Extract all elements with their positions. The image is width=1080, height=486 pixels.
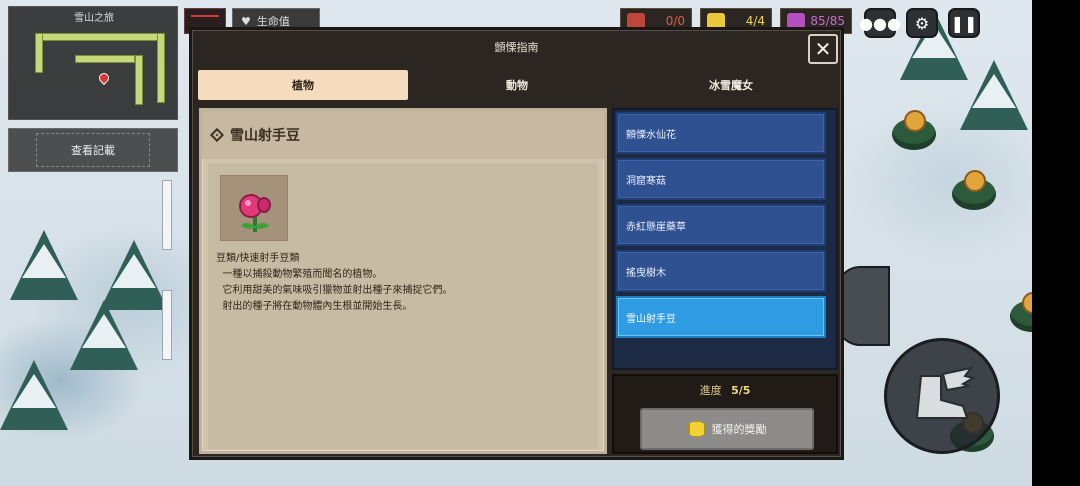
view-records-label: 查看記載 — [36, 133, 150, 167]
entry-title: 雪山射手豆 — [230, 128, 300, 144]
shooter-pea-plant-icon — [239, 194, 271, 232]
snowy-pine-tree — [70, 300, 138, 370]
entry-thumbnail — [220, 175, 288, 241]
flower-bush — [1010, 292, 1032, 332]
screen-edge — [1032, 0, 1080, 486]
coin-icon — [687, 420, 706, 438]
gear-icon: ⚙ — [914, 13, 930, 33]
diamond-icon — [209, 127, 225, 143]
chat-button[interactable]: ●●● — [859, 8, 901, 38]
stat-2-value: 4/4 — [745, 14, 765, 28]
minimap-title: 雪山之旅 — [74, 13, 114, 24]
snowy-pine-tree — [960, 60, 1028, 130]
entry-detail-panel: 雪山射手豆 豆類/快速射手豆類 一種以捕殺動物繁殖而聞名的植物。 它利用甜美的氣… — [199, 108, 607, 454]
progress-label: 進度 — [699, 384, 722, 397]
winged-boot-icon — [915, 366, 976, 419]
minimap-corridor — [157, 33, 165, 103]
flower-bush — [892, 110, 936, 150]
pause-icon: ❚❚ — [950, 13, 978, 33]
minimap[interactable]: 雪山之旅 — [8, 6, 178, 120]
tab-animals[interactable]: 動物 — [412, 70, 622, 100]
tab-ice-witch[interactable]: 冰雪魔女 — [626, 70, 836, 100]
pause-button[interactable]: ❚❚ — [948, 8, 980, 38]
claim-reward-button[interactable]: 獲得的獎勵 — [640, 408, 814, 450]
view-records-button[interactable]: 查看記載 — [8, 128, 178, 172]
entry-description: 豆類/快速射手豆類 一種以捕殺動物繁殖而聞名的植物。 它利用甜美的氣味吸引獵物並… — [216, 253, 453, 312]
close-button[interactable]: ✕ — [808, 34, 838, 64]
fence-post — [162, 180, 172, 250]
player-location-icon — [96, 70, 112, 86]
progress-row: 進度 5/5 — [614, 382, 836, 398]
settings-button[interactable]: ⚙ — [906, 8, 938, 38]
minimap-corridor — [135, 55, 143, 105]
entry-detail-body: 豆類/快速射手豆類 一種以捕殺動物繁殖而聞名的植物。 它利用甜美的氣味吸引獵物並… — [208, 163, 598, 449]
flower-bush — [952, 170, 996, 210]
minimap-corridor — [35, 33, 43, 73]
jump-button[interactable] — [884, 338, 1000, 454]
stat-1-value: 0/0 — [665, 14, 685, 28]
progress-value: 5/5 — [731, 384, 751, 397]
minimap-corridor — [35, 33, 165, 41]
heart-icon: ♥ — [241, 14, 251, 28]
guide-modal: 顫慄指南 ✕ 植物 動物 冰雪魔女 雪山射手豆 豆類/快速射手豆類 一種以捕殺動… — [189, 27, 844, 460]
snowy-pine-tree — [10, 230, 78, 300]
tab-plants[interactable]: 植物 — [198, 70, 408, 100]
progress-panel: 進度 5/5 獲得的獎勵 — [612, 374, 838, 454]
claim-reward-label: 獲得的獎勵 — [711, 423, 767, 436]
stat-3-value: 85/85 — [810, 14, 845, 28]
fence-post — [162, 290, 172, 360]
entry-detail-header: 雪山射手豆 — [202, 111, 604, 159]
minimap-corridor — [75, 55, 135, 63]
category-tabs: 植物 動物 冰雪魔女 — [198, 70, 836, 100]
chat-bubble-icon: ●●● — [859, 13, 901, 33]
list-item[interactable]: 顫慄水仙花 — [616, 112, 826, 154]
list-item[interactable]: 洞窟寒菇 — [616, 158, 826, 200]
list-item[interactable]: 赤紅懸崖藥草 — [616, 204, 826, 246]
minimap-map — [15, 25, 173, 115]
entry-list: 顫慄水仙花 洞窟寒菇 赤紅懸崖藥草 搖曳樹木 雪山射手豆 — [612, 108, 838, 370]
snowy-pine-tree — [100, 240, 168, 310]
snowy-pine-tree — [0, 360, 68, 430]
modal-title: 顫慄指南 — [494, 41, 539, 54]
list-item[interactable]: 搖曳樹木 — [616, 250, 826, 292]
list-item-selected[interactable]: 雪山射手豆 — [616, 296, 826, 338]
close-icon: ✕ — [814, 37, 832, 61]
